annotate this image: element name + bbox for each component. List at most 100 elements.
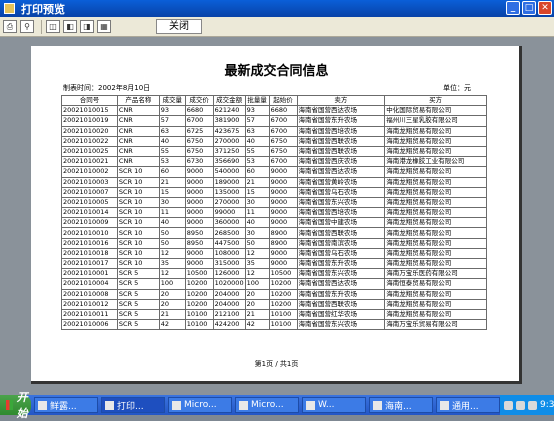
table-cell: 12 [244, 268, 270, 280]
table-cell: 海南龙翔贸易有限公司 [384, 135, 487, 147]
table-cell: 10200 [268, 288, 298, 300]
start-button[interactable]: 开始 [0, 391, 31, 420]
taskbar-item[interactable]: Micro... [235, 397, 299, 413]
toolbar: ⎙ ⚲ ◫ ◧ ◨ ▦ 关闭 [0, 17, 554, 37]
clock[interactable]: 9:37 [540, 400, 554, 410]
table-cell: 12 [158, 247, 186, 260]
table-cell: 1020000 [212, 278, 246, 290]
taskbar-item[interactable]: W... [302, 397, 366, 413]
table-cell: 30 [244, 196, 270, 209]
table-cell: 57 [158, 115, 186, 127]
table-cell: 10500 [268, 268, 298, 280]
app-icon [38, 400, 47, 410]
table-cell: CNR [116, 145, 160, 158]
table-cell: 9000 [184, 207, 214, 219]
preview-area[interactable]: 最新成交合同信息 制表时间：2002年8月10日 单位：元 合同号 产品名称 成… [0, 37, 554, 395]
table-cell: 海南省国营东升农场 [296, 257, 386, 270]
antivirus-icon[interactable] [528, 400, 537, 410]
report-page: 最新成交合同信息 制表时间：2002年8月10日 单位：元 合同号 产品名称 成… [31, 46, 522, 384]
table-cell: 93 [158, 105, 186, 117]
table-cell: 8900 [268, 237, 298, 249]
table-cell: 9000 [268, 247, 298, 260]
table-cell: 55 [158, 145, 186, 158]
taskbar-item[interactable]: 海南... [369, 397, 433, 413]
table-cell: 99000 [212, 207, 246, 219]
contract-table: 合同号 产品名称 成交量 成交价 成交金额 批量量 起始价 卖方 买方 2002… [61, 94, 487, 331]
taskbar-item[interactable]: 鲜露... [34, 397, 98, 413]
zoom-icon[interactable]: ⚲ [20, 20, 34, 33]
table-cell: SCR 5 [116, 298, 160, 310]
table-cell: 海南省国营西庆农场 [296, 156, 386, 168]
table-cell: 海南省国营西联农场 [296, 227, 386, 239]
table-cell: 海南龙翔贸易有限公司 [384, 298, 487, 310]
table-cell: 9000 [268, 166, 298, 178]
page-last-icon[interactable]: ▦ [97, 20, 111, 33]
table-cell: CNR [116, 156, 160, 168]
taskbar-item[interactable]: 通用... [436, 397, 500, 413]
table-cell: 63 [244, 125, 270, 137]
table-cell: 9000 [184, 196, 214, 209]
page-prev-icon[interactable]: ◧ [63, 20, 77, 33]
table-cell: 20021010012 [61, 298, 118, 310]
window-title: 打印预览 [21, 2, 65, 16]
table-cell: 20021010001 [61, 268, 118, 280]
table-cell: 海南省国营南滨农场 [296, 237, 386, 249]
table-cell: SCR 10 [116, 207, 160, 219]
table-row: 20021010021 CNR 53 6730 356690 53 6700 海南省国营西庆农… [61, 156, 487, 168]
table-cell: 海南省国营西达农场 [296, 105, 386, 117]
table-cell: 10200 [268, 278, 298, 290]
report-title: 最新成交合同信息 [224, 64, 329, 79]
page-next-icon[interactable]: ◨ [80, 20, 94, 33]
table-cell: 9000 [184, 257, 214, 270]
table-cell: 20021010022 [61, 135, 118, 147]
table-row: 20021010012 SCR 5 20 10200 204000 20 10200 海南省国… [61, 298, 487, 310]
volume-icon[interactable] [516, 400, 525, 410]
table-cell: 270000 [212, 196, 246, 209]
table-cell: 204000 [212, 298, 246, 310]
close-preview-button[interactable]: 关闭 [156, 19, 202, 34]
table-cell: 270000 [212, 135, 246, 147]
taskbar-item-label: 打印... [117, 401, 144, 412]
page-first-icon[interactable]: ◫ [46, 20, 60, 33]
unit-label: 单位：元 [443, 84, 471, 92]
table-cell: 9000 [184, 166, 214, 178]
table-cell: 9000 [268, 257, 298, 270]
table-cell: 6750 [184, 145, 214, 158]
table-cell: 11 [158, 207, 186, 219]
table-cell: 9000 [184, 217, 214, 229]
table-cell: SCR 10 [116, 237, 160, 249]
printer-icon[interactable]: ⎙ [3, 20, 17, 33]
table-cell: CNR [116, 135, 160, 147]
table-header: 买方 [384, 94, 487, 107]
table-row: 20021010004 SCR 5 100 10200 1020000 100 10200 海… [61, 278, 487, 290]
table-cell: 621240 [212, 105, 246, 117]
table-row: 20021010008 SCR 5 20 10200 204000 20 10200 海南省国… [61, 288, 487, 300]
table-cell: 20021010016 [61, 237, 118, 249]
table-cell: 93 [244, 105, 270, 117]
table-cell: 8900 [268, 227, 298, 239]
app-icon [239, 400, 248, 410]
table-cell: 20021010008 [61, 288, 118, 300]
table-cell: 100 [244, 278, 270, 290]
table-cell: 40 [244, 217, 270, 229]
table-cell: 315000 [212, 257, 246, 270]
minimize-button[interactable]: _ [506, 1, 520, 15]
table-cell: 20021010020 [61, 125, 118, 137]
table-cell: 海南省国营西达农场 [296, 166, 386, 178]
close-window-button[interactable]: ✕ [538, 1, 552, 15]
table-cell: 21 [158, 176, 186, 188]
table-row: 20021010015 CNR 93 6680 621240 93 6680 海南省国营西达农… [61, 105, 487, 117]
maximize-button[interactable]: □ [522, 1, 536, 15]
network-icon[interactable] [504, 400, 513, 410]
table-cell: 10200 [184, 288, 214, 300]
taskbar-item[interactable]: Micro... [168, 397, 232, 413]
table-row: 20021010009 SCR 10 40 9000 360000 40 9000 海南省国营… [61, 217, 487, 229]
taskbar-item[interactable]: 打印... [101, 397, 165, 413]
table-cell: 35 [244, 257, 270, 270]
table-cell: 6725 [184, 125, 214, 137]
table-cell: 6750 [268, 145, 298, 158]
table-cell: 海南龙翔贸易有限公司 [384, 308, 487, 321]
table-cell: 海南龙翔贸易有限公司 [384, 288, 487, 300]
table-cell: 10500 [184, 268, 214, 280]
table-cell: 126000 [212, 268, 246, 280]
